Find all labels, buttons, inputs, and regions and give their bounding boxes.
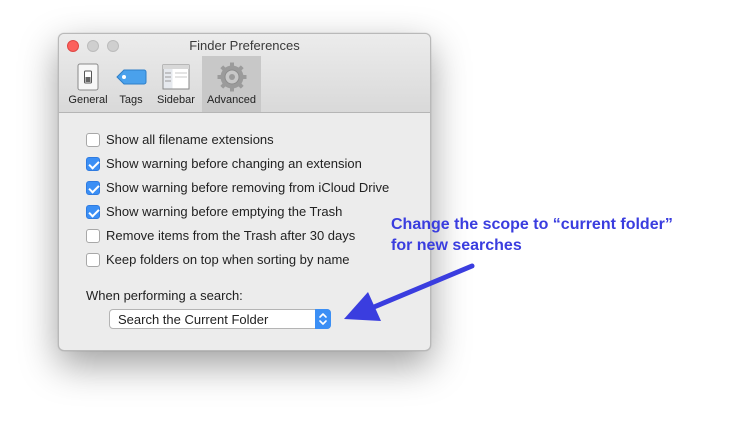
tab-advanced[interactable]: Advanced bbox=[202, 56, 261, 112]
popup-stepper[interactable] bbox=[315, 309, 331, 329]
option-label: Remove items from the Trash after 30 day… bbox=[106, 228, 356, 243]
window-title: Finder Preferences bbox=[189, 38, 300, 53]
tab-sidebar[interactable]: Sidebar bbox=[151, 56, 201, 112]
tag-icon bbox=[116, 69, 147, 85]
title-bar: Finder Preferences General Tags Sidebar … bbox=[59, 34, 430, 113]
checkbox[interactable] bbox=[86, 133, 100, 147]
search-scope-label: When performing a search: bbox=[86, 288, 243, 303]
tab-sidebar-label: Sidebar bbox=[157, 94, 195, 106]
option-label: Show warning before changing an extensio… bbox=[106, 156, 362, 171]
tab-advanced-label: Advanced bbox=[207, 94, 256, 106]
annotation-text: Change the scope to “current folder” for… bbox=[391, 214, 731, 256]
tab-general[interactable]: General bbox=[64, 56, 112, 112]
checkbox[interactable] bbox=[86, 253, 100, 267]
checkbox[interactable] bbox=[86, 181, 100, 195]
switch-icon bbox=[77, 63, 99, 91]
annotation-line-2: for new searches bbox=[391, 237, 522, 254]
search-scope-select[interactable]: Search the Current Folder bbox=[109, 309, 331, 329]
option-label: Keep folders on top when sorting by name bbox=[106, 252, 350, 267]
annotation-arrow-icon bbox=[344, 263, 475, 321]
search-scope-value: Search the Current Folder bbox=[118, 312, 269, 327]
tab-tags[interactable]: Tags bbox=[114, 56, 148, 112]
tab-general-label: General bbox=[68, 94, 108, 106]
option-label: Show warning before emptying the Trash bbox=[106, 204, 343, 219]
annotation-line-1: Change the scope to “current folder” bbox=[391, 216, 673, 233]
checkbox[interactable] bbox=[86, 229, 100, 243]
sidebar-icon bbox=[162, 64, 190, 90]
tab-tags-label: Tags bbox=[119, 94, 143, 106]
checkbox[interactable] bbox=[86, 205, 100, 219]
option-label: Show warning before removing from iCloud… bbox=[106, 180, 390, 195]
gear-icon bbox=[217, 62, 246, 92]
checkbox[interactable] bbox=[86, 157, 100, 171]
option-label: Show all filename extensions bbox=[106, 132, 274, 147]
chevron-up-down-icon bbox=[319, 313, 327, 325]
